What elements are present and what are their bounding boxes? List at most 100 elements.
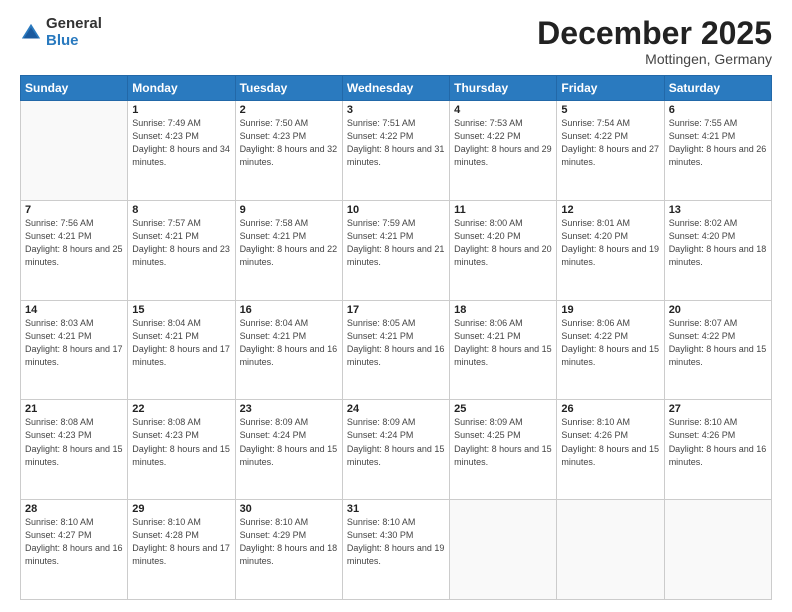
day-number: 14 (25, 304, 123, 316)
day-info: Sunrise: 8:10 AM Sunset: 4:27 PM Dayligh… (25, 516, 123, 568)
logo-blue-text: Blue (46, 33, 102, 50)
day-number: 8 (132, 204, 230, 216)
day-info: Sunrise: 8:04 AM Sunset: 4:21 PM Dayligh… (132, 317, 230, 369)
calendar-cell: 4Sunrise: 7:53 AM Sunset: 4:22 PM Daylig… (450, 101, 557, 201)
col-friday: Friday (557, 76, 664, 101)
day-info: Sunrise: 8:05 AM Sunset: 4:21 PM Dayligh… (347, 317, 445, 369)
day-info: Sunrise: 8:03 AM Sunset: 4:21 PM Dayligh… (25, 317, 123, 369)
day-info: Sunrise: 7:54 AM Sunset: 4:22 PM Dayligh… (561, 117, 659, 169)
day-info: Sunrise: 8:00 AM Sunset: 4:20 PM Dayligh… (454, 217, 552, 269)
calendar-cell (664, 500, 771, 600)
day-number: 5 (561, 104, 659, 116)
calendar-cell: 18Sunrise: 8:06 AM Sunset: 4:21 PM Dayli… (450, 300, 557, 400)
calendar-cell: 17Sunrise: 8:05 AM Sunset: 4:21 PM Dayli… (342, 300, 449, 400)
calendar-week-2: 7Sunrise: 7:56 AM Sunset: 4:21 PM Daylig… (21, 200, 772, 300)
calendar-week-1: 1Sunrise: 7:49 AM Sunset: 4:23 PM Daylig… (21, 101, 772, 201)
day-number: 17 (347, 304, 445, 316)
day-info: Sunrise: 7:49 AM Sunset: 4:23 PM Dayligh… (132, 117, 230, 169)
day-info: Sunrise: 8:08 AM Sunset: 4:23 PM Dayligh… (25, 416, 123, 468)
calendar-cell: 30Sunrise: 8:10 AM Sunset: 4:29 PM Dayli… (235, 500, 342, 600)
col-sunday: Sunday (21, 76, 128, 101)
day-number: 20 (669, 304, 767, 316)
month-title: December 2025 (537, 16, 772, 51)
calendar-cell: 19Sunrise: 8:06 AM Sunset: 4:22 PM Dayli… (557, 300, 664, 400)
day-info: Sunrise: 8:10 AM Sunset: 4:26 PM Dayligh… (561, 416, 659, 468)
day-number: 19 (561, 304, 659, 316)
day-info: Sunrise: 8:01 AM Sunset: 4:20 PM Dayligh… (561, 217, 659, 269)
day-info: Sunrise: 8:10 AM Sunset: 4:26 PM Dayligh… (669, 416, 767, 468)
calendar-cell: 3Sunrise: 7:51 AM Sunset: 4:22 PM Daylig… (342, 101, 449, 201)
calendar-cell: 1Sunrise: 7:49 AM Sunset: 4:23 PM Daylig… (128, 101, 235, 201)
day-info: Sunrise: 7:59 AM Sunset: 4:21 PM Dayligh… (347, 217, 445, 269)
calendar-cell: 27Sunrise: 8:10 AM Sunset: 4:26 PM Dayli… (664, 400, 771, 500)
day-info: Sunrise: 8:07 AM Sunset: 4:22 PM Dayligh… (669, 317, 767, 369)
day-number: 18 (454, 304, 552, 316)
day-number: 9 (240, 204, 338, 216)
calendar-cell: 9Sunrise: 7:58 AM Sunset: 4:21 PM Daylig… (235, 200, 342, 300)
calendar-cell: 23Sunrise: 8:09 AM Sunset: 4:24 PM Dayli… (235, 400, 342, 500)
calendar-week-3: 14Sunrise: 8:03 AM Sunset: 4:21 PM Dayli… (21, 300, 772, 400)
day-number: 26 (561, 403, 659, 415)
calendar-cell: 11Sunrise: 8:00 AM Sunset: 4:20 PM Dayli… (450, 200, 557, 300)
day-info: Sunrise: 7:58 AM Sunset: 4:21 PM Dayligh… (240, 217, 338, 269)
col-saturday: Saturday (664, 76, 771, 101)
calendar-cell: 5Sunrise: 7:54 AM Sunset: 4:22 PM Daylig… (557, 101, 664, 201)
day-info: Sunrise: 7:55 AM Sunset: 4:21 PM Dayligh… (669, 117, 767, 169)
day-number: 4 (454, 104, 552, 116)
col-thursday: Thursday (450, 76, 557, 101)
day-number: 16 (240, 304, 338, 316)
logo-icon (20, 22, 42, 44)
calendar-cell: 20Sunrise: 8:07 AM Sunset: 4:22 PM Dayli… (664, 300, 771, 400)
day-info: Sunrise: 8:10 AM Sunset: 4:30 PM Dayligh… (347, 516, 445, 568)
day-number: 27 (669, 403, 767, 415)
calendar-cell: 24Sunrise: 8:09 AM Sunset: 4:24 PM Dayli… (342, 400, 449, 500)
day-info: Sunrise: 8:04 AM Sunset: 4:21 PM Dayligh… (240, 317, 338, 369)
day-info: Sunrise: 8:10 AM Sunset: 4:28 PM Dayligh… (132, 516, 230, 568)
day-number: 22 (132, 403, 230, 415)
calendar-cell: 14Sunrise: 8:03 AM Sunset: 4:21 PM Dayli… (21, 300, 128, 400)
calendar-cell (450, 500, 557, 600)
calendar-cell: 6Sunrise: 7:55 AM Sunset: 4:21 PM Daylig… (664, 101, 771, 201)
day-number: 23 (240, 403, 338, 415)
day-info: Sunrise: 8:06 AM Sunset: 4:22 PM Dayligh… (561, 317, 659, 369)
calendar-cell: 10Sunrise: 7:59 AM Sunset: 4:21 PM Dayli… (342, 200, 449, 300)
day-number: 13 (669, 204, 767, 216)
calendar-cell: 12Sunrise: 8:01 AM Sunset: 4:20 PM Dayli… (557, 200, 664, 300)
day-number: 1 (132, 104, 230, 116)
day-number: 2 (240, 104, 338, 116)
day-number: 24 (347, 403, 445, 415)
day-number: 31 (347, 503, 445, 515)
calendar-cell: 7Sunrise: 7:56 AM Sunset: 4:21 PM Daylig… (21, 200, 128, 300)
header: General Blue December 2025 Mottingen, Ge… (20, 16, 772, 67)
day-info: Sunrise: 8:06 AM Sunset: 4:21 PM Dayligh… (454, 317, 552, 369)
day-number: 6 (669, 104, 767, 116)
day-info: Sunrise: 8:02 AM Sunset: 4:20 PM Dayligh… (669, 217, 767, 269)
logo-general-text: General (46, 16, 102, 33)
day-info: Sunrise: 8:09 AM Sunset: 4:25 PM Dayligh… (454, 416, 552, 468)
calendar-cell (557, 500, 664, 600)
col-monday: Monday (128, 76, 235, 101)
location-subtitle: Mottingen, Germany (537, 51, 772, 67)
day-number: 30 (240, 503, 338, 515)
calendar-cell: 28Sunrise: 8:10 AM Sunset: 4:27 PM Dayli… (21, 500, 128, 600)
day-info: Sunrise: 7:56 AM Sunset: 4:21 PM Dayligh… (25, 217, 123, 269)
day-number: 10 (347, 204, 445, 216)
calendar-cell: 2Sunrise: 7:50 AM Sunset: 4:23 PM Daylig… (235, 101, 342, 201)
day-info: Sunrise: 7:57 AM Sunset: 4:21 PM Dayligh… (132, 217, 230, 269)
calendar-cell: 8Sunrise: 7:57 AM Sunset: 4:21 PM Daylig… (128, 200, 235, 300)
day-number: 12 (561, 204, 659, 216)
calendar-cell: 21Sunrise: 8:08 AM Sunset: 4:23 PM Dayli… (21, 400, 128, 500)
day-number: 29 (132, 503, 230, 515)
day-info: Sunrise: 8:08 AM Sunset: 4:23 PM Dayligh… (132, 416, 230, 468)
calendar-week-4: 21Sunrise: 8:08 AM Sunset: 4:23 PM Dayli… (21, 400, 772, 500)
day-number: 28 (25, 503, 123, 515)
day-info: Sunrise: 7:50 AM Sunset: 4:23 PM Dayligh… (240, 117, 338, 169)
calendar-header-row: Sunday Monday Tuesday Wednesday Thursday… (21, 76, 772, 101)
calendar-week-5: 28Sunrise: 8:10 AM Sunset: 4:27 PM Dayli… (21, 500, 772, 600)
logo-text: General Blue (46, 16, 102, 49)
day-number: 25 (454, 403, 552, 415)
col-tuesday: Tuesday (235, 76, 342, 101)
day-info: Sunrise: 8:10 AM Sunset: 4:29 PM Dayligh… (240, 516, 338, 568)
day-number: 3 (347, 104, 445, 116)
day-info: Sunrise: 7:51 AM Sunset: 4:22 PM Dayligh… (347, 117, 445, 169)
